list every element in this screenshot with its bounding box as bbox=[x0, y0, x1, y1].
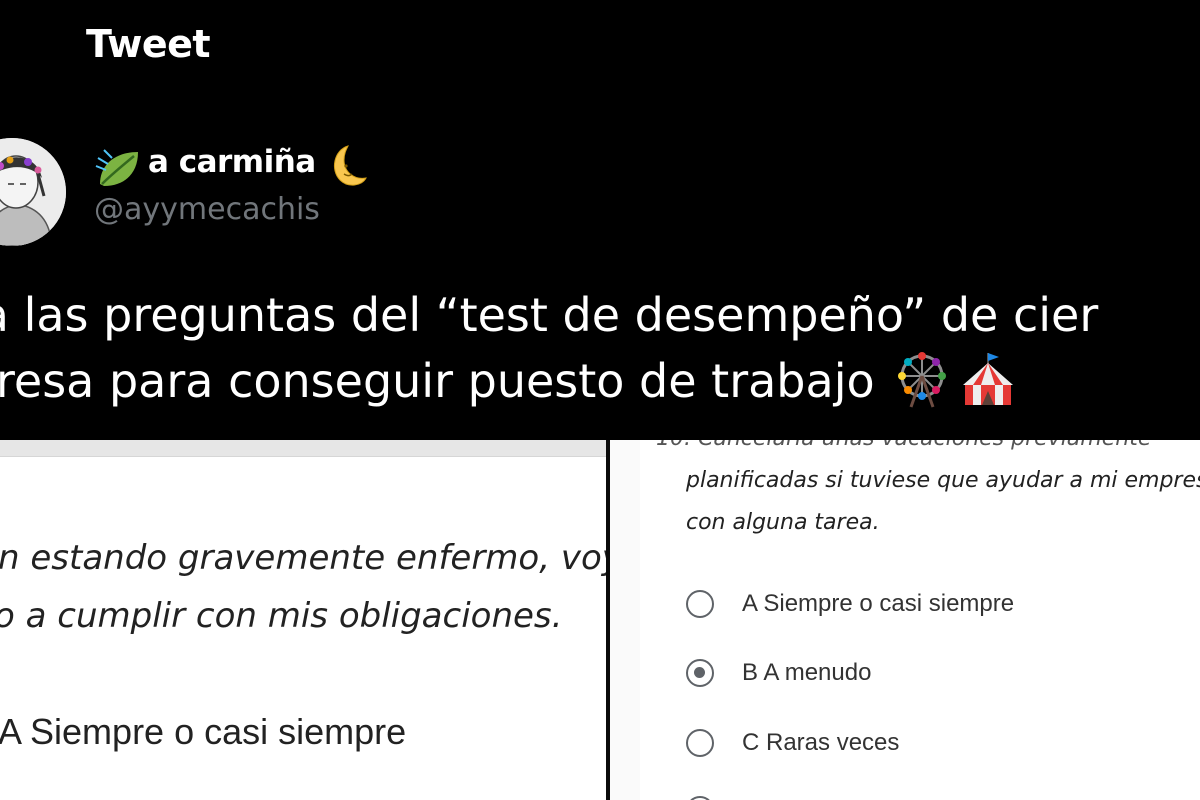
ferris-wheel-icon bbox=[897, 352, 946, 408]
option-a-label: A Siempre o casi siempre bbox=[742, 590, 1015, 617]
tweet-text-line-1: o a las preguntas del “test de desempeño… bbox=[0, 288, 1099, 342]
page-title: Tweet bbox=[86, 22, 211, 66]
right-screenshot: 10. Cancelaría unas vacaciones previamen… bbox=[610, 440, 1200, 800]
left-question-line-2: o a cumplir con mis obligaciones. bbox=[0, 596, 563, 636]
tweet-text: o a las preguntas del “test de desempeño… bbox=[0, 282, 1200, 414]
radio-button-a[interactable] bbox=[686, 590, 714, 618]
left-option-a: A Siempre o casi siempre bbox=[0, 711, 407, 752]
tweet-text-line-2: mpresa para conseguir puesto de trabajo bbox=[0, 348, 1200, 414]
right-question-line-1: planificadas si tuviese que ayudar a mi … bbox=[686, 468, 1200, 493]
right-question-line-2: con alguna tarea. bbox=[686, 510, 880, 535]
option-b[interactable]: B A menudo bbox=[686, 655, 871, 691]
tweet-text-line-2-text: mpresa para conseguir puesto de trabajo bbox=[0, 354, 875, 408]
radio-button-d[interactable] bbox=[686, 796, 714, 800]
user-handle[interactable]: @ayymecachis bbox=[94, 192, 320, 227]
moon-icon bbox=[333, 145, 367, 186]
radio-button-c[interactable] bbox=[686, 729, 714, 757]
option-c-label: C Raras veces bbox=[742, 729, 900, 756]
circus-tent-icon bbox=[962, 353, 1013, 405]
left-screenshot: n estando gravemente enfermo, voy al o a… bbox=[0, 440, 606, 800]
right-question-line-0: 10. Cancelaría unas vacaciones previamen… bbox=[656, 440, 1151, 451]
leaf-icon bbox=[95, 149, 138, 186]
avatar[interactable] bbox=[0, 138, 66, 246]
left-question-line-1: n estando gravemente enfermo, voy al bbox=[0, 538, 606, 578]
option-b-label: B A menudo bbox=[742, 659, 872, 686]
radio-button-b[interactable] bbox=[686, 659, 714, 687]
left-screenshot-topbar bbox=[0, 440, 606, 457]
option-a[interactable]: A Siempre o casi siempre bbox=[686, 586, 1014, 622]
display-name[interactable]: a carmiña bbox=[148, 144, 316, 180]
option-c[interactable]: C Raras veces bbox=[686, 725, 899, 761]
tweet-header: Tweet a carmiña @ayymecachis o a las pre… bbox=[0, 0, 1200, 440]
option-d[interactable] bbox=[686, 792, 742, 800]
